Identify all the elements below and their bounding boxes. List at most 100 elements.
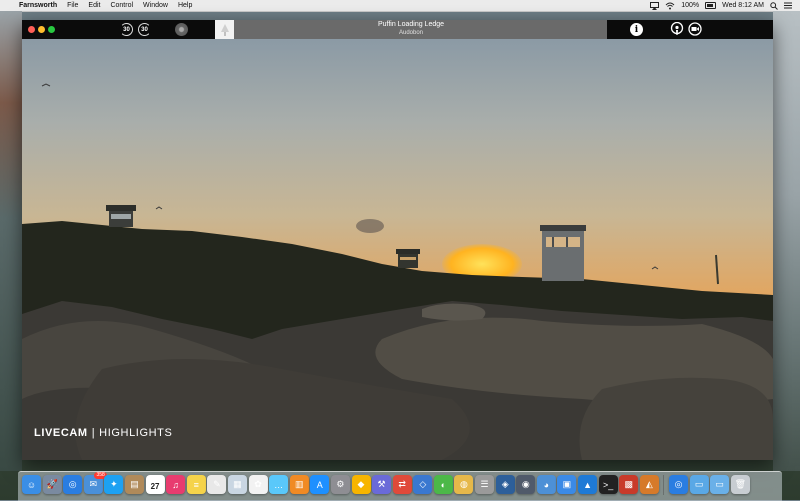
finder-icon[interactable]: ☺ [22,475,41,494]
downloads-icon[interactable]: ▭ [710,475,730,494]
play-disc-icon[interactable] [175,23,188,36]
desktop-wallpaper-left [0,11,22,471]
minimize-window-button[interactable] [38,26,45,33]
database-icon[interactable]: ☰ [475,475,495,494]
wifi-icon[interactable] [665,2,675,10]
notefile-icon[interactable]: ▤ [124,475,144,494]
notes-glyph: ≡ [193,479,199,490]
bird-blind-right [540,225,586,281]
itunes-icon[interactable]: ♫ [166,475,186,494]
dropbox-icon[interactable]: ▣ [557,475,577,494]
zoom-window-button[interactable] [48,26,55,33]
app-store-glyph: A [316,479,323,490]
tweetbot-glyph: ◕ [543,479,550,490]
menu-window[interactable]: Window [138,0,173,11]
trash-glyph: 🗑 [734,479,746,489]
dock-separator [663,475,665,495]
battery-icon[interactable] [705,2,717,9]
system-preferences-icon[interactable]: ⚙ [330,475,350,494]
stack-icon[interactable]: ▩ [619,475,639,494]
coda-icon[interactable]: ◇ [413,475,433,494]
keynote-icon[interactable]: ◭ [639,475,659,494]
live-camera-icon[interactable] [688,22,702,36]
calendar-glyph: 27 [150,481,160,491]
notes-icon[interactable]: ≡ [186,475,206,494]
podcast-icon[interactable] [670,22,684,36]
twitter-icon[interactable]: ✦ [104,475,124,494]
preview-icon[interactable]: ▦ [227,475,247,494]
coins-icon[interactable]: ◍ [454,475,474,494]
dock-row: ☺ 🚀 ◎ ✉ 358 ✦ ▤ 27 ♫ ≡ ✎ ▦ ✿ … ▥ A ⚙ ◆ ⚒ ⇄ ◇ ◐ ◍ ☰ ◈ ◉ ◕ ▣ ▲ >_ ▩ ◭ ◎ ▭ ▭ 🗑 [22,472,750,495]
downloads-glyph: ▭ [715,479,724,489]
menu-edit[interactable]: Edit [83,0,105,11]
bird-blind-left [106,205,136,227]
skip-back-button[interactable]: 30 [120,23,133,36]
menu-help[interactable]: Help [173,0,197,11]
stack-glyph: ▩ [624,479,633,489]
sketch-icon[interactable]: ◆ [351,475,371,494]
transmit-icon[interactable]: ⇄ [392,475,412,494]
calendar-icon[interactable]: 27 [145,475,165,494]
video-stream[interactable]: LIVECAM | HIGHLIGHTS [22,39,773,460]
terminal-glyph: >_ [602,479,614,490]
messages-glyph: … [274,479,284,490]
desktop-wallpaper-right [773,11,800,471]
highlights-label: HIGHLIGHTS [99,427,173,439]
database-glyph: ☰ [480,479,489,489]
messages-icon[interactable]: … [269,475,289,494]
livecam-label: LIVECAM [34,427,88,439]
status-area: 100% Wed 8:12 AM [650,1,800,10]
itunes-glyph: ♫ [172,479,180,490]
keynote-glyph: ◭ [645,479,653,489]
sequel-icon[interactable]: ◈ [495,475,515,494]
notification-center-icon[interactable] [784,2,792,9]
instruments-icon[interactable]: ◉ [516,475,536,494]
chat-icon[interactable]: ▲ [578,475,598,494]
sketch-glyph: ◆ [357,479,365,489]
xcode-glyph: ⚒ [377,479,386,489]
trash-icon[interactable]: 🗑 [730,475,750,494]
clock[interactable]: Wed 8:12 AM [722,2,764,9]
player-window: 30 30 Puffin Loading Ledge Audobon i LIV… [22,20,773,460]
browser-icon[interactable]: ◎ [669,475,688,494]
battery-percent[interactable]: 100% [681,2,699,9]
tweetbot-icon[interactable]: ◕ [536,475,556,494]
launchpad-icon[interactable]: 🚀 [42,475,62,494]
livecam-caption: LIVECAM | HIGHLIGHTS [34,427,172,439]
caption-separator: | [91,427,96,439]
notefile-glyph: ▤ [130,479,139,489]
safari-glyph: ◎ [68,479,77,489]
sequel-glyph: ◈ [501,479,509,489]
menu-control[interactable]: Control [105,0,138,11]
photos-glyph: ✿ [254,479,262,489]
xcode-icon[interactable]: ⚒ [372,475,392,494]
chat-glyph: ▲ [583,479,592,490]
preview-glyph: ▦ [233,479,242,489]
photos-icon[interactable]: ✿ [248,475,268,494]
mail-icon[interactable]: ✉ 358 [83,472,107,494]
info-button[interactable]: i [630,23,643,36]
app-store-icon[interactable]: A [310,475,330,494]
spotlight-search-icon[interactable] [770,1,778,10]
terminal-icon[interactable]: >_ [598,475,618,494]
coda-glyph: ◇ [419,479,427,489]
bird-blind-center [396,249,420,268]
app-menu[interactable]: Farnsworth [14,0,62,11]
finder-glyph: ☺ [26,479,37,490]
skip-forward-button[interactable]: 30 [138,23,151,36]
island-silhouette [22,83,773,460]
textedit-icon[interactable]: ✎ [207,475,227,494]
close-window-button[interactable] [28,26,35,33]
transmit-glyph: ⇄ [398,479,406,489]
ibooks-icon[interactable]: ▥ [289,475,309,494]
evernote-glyph: ◐ [440,479,447,490]
dock: ☺ 🚀 ◎ ✉ 358 ✦ ▤ 27 ♫ ≡ ✎ ▦ ✿ … ▥ A ⚙ ◆ ⚒ ⇄ ◇ ◐ ◍ ☰ ◈ ◉ ◕ ▣ ▲ >_ ▩ ◭ ◎ ▭ ▭ 🗑 [18,471,782,501]
launchpad-glyph: 🚀 [46,479,58,489]
folder-icon[interactable]: ▭ [689,475,709,494]
airplay-icon[interactable] [650,1,660,10]
station-subtitle: Audobon [398,30,424,36]
safari-icon[interactable]: ◎ [63,475,83,494]
player-toolbar: 30 30 Puffin Loading Ledge Audobon i [22,20,773,39]
menu-file[interactable]: File [62,0,83,11]
evernote-icon[interactable]: ◐ [433,475,453,494]
